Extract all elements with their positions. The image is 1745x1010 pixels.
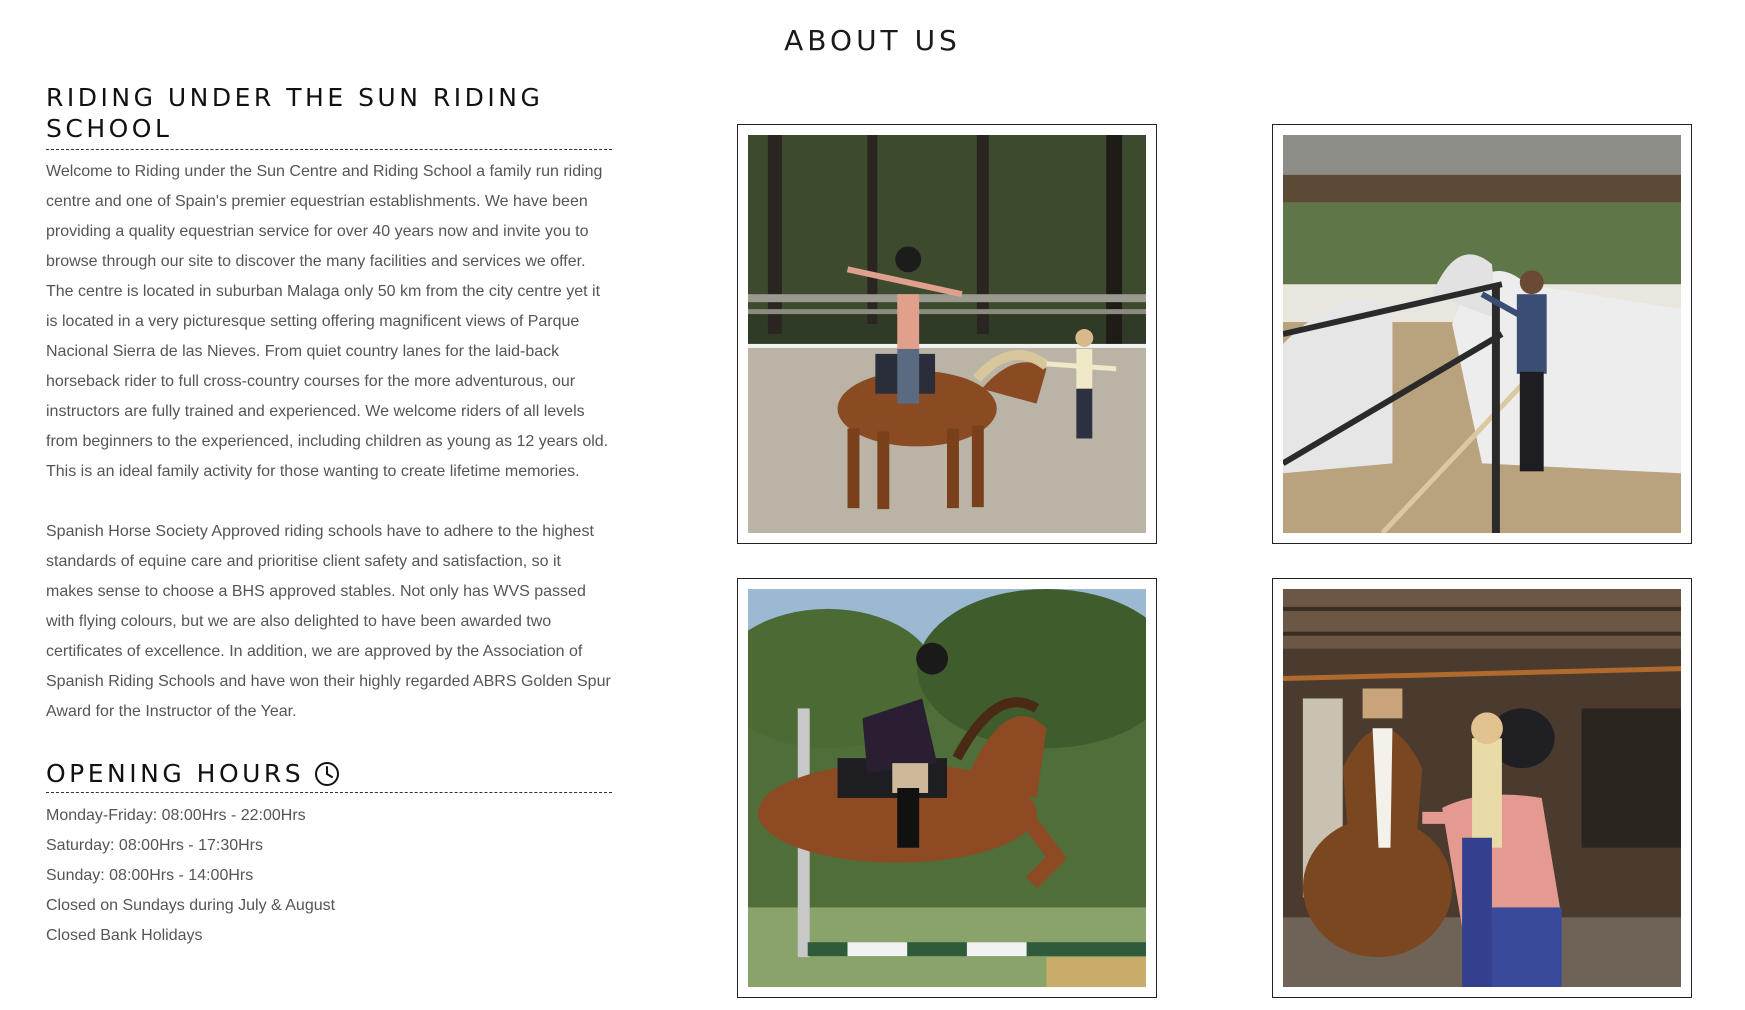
accreditation-paragraph: Spanish Horse Society Approved riding sc… [46, 523, 611, 720]
photo-stable [1283, 589, 1681, 987]
photo-show-jumping [748, 589, 1146, 987]
photo-frame-grey-horses [1272, 124, 1692, 544]
hours-weekdays: Monday-Friday: 08:00Hrs - 22:00Hrs [46, 807, 306, 824]
hours-summer-note: Closed on Sundays during July & August [46, 897, 336, 914]
photo-frame-show-jumping [737, 578, 1157, 998]
about-text-column: RIDING UNDER THE SUN RIDING SCHOOL Welco… [46, 82, 612, 951]
photo-grey-horses [1283, 135, 1681, 533]
opening-hours-title: OPENING HOURS [46, 759, 305, 788]
page-title: ABOUT US [784, 24, 961, 57]
clock-icon [314, 761, 340, 787]
intro-paragraph: Welcome to Riding under the Sun Centre a… [46, 163, 609, 480]
school-heading: RIDING UNDER THE SUN RIDING SCHOOL [46, 82, 612, 150]
hours-sunday: Sunday: 08:00Hrs - 14:00Hrs [46, 867, 254, 884]
photo-frame-arena-lesson [737, 124, 1157, 544]
hours-saturday: Saturday: 08:00Hrs - 17:30Hrs [46, 837, 263, 854]
hours-bank-holidays: Closed Bank Holidays [46, 927, 203, 944]
opening-hours-list: Monday-Friday: 08:00Hrs - 22:00Hrs Satur… [46, 801, 612, 951]
opening-hours-heading: OPENING HOURS [46, 759, 612, 793]
photo-frame-stable [1272, 578, 1692, 998]
photo-arena-lesson [748, 135, 1146, 533]
